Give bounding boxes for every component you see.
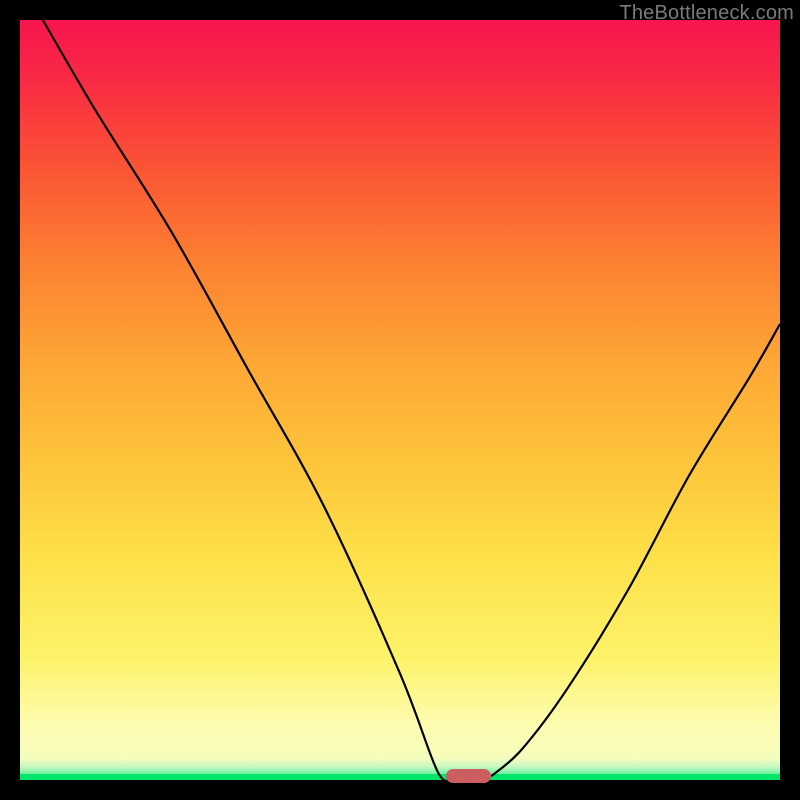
- curve-layer: [20, 20, 780, 780]
- min-marker: [446, 769, 492, 783]
- chart-stage: TheBottleneck.com: [0, 0, 800, 800]
- left-branch-path: [43, 20, 453, 781]
- right-branch-path: [491, 324, 780, 776]
